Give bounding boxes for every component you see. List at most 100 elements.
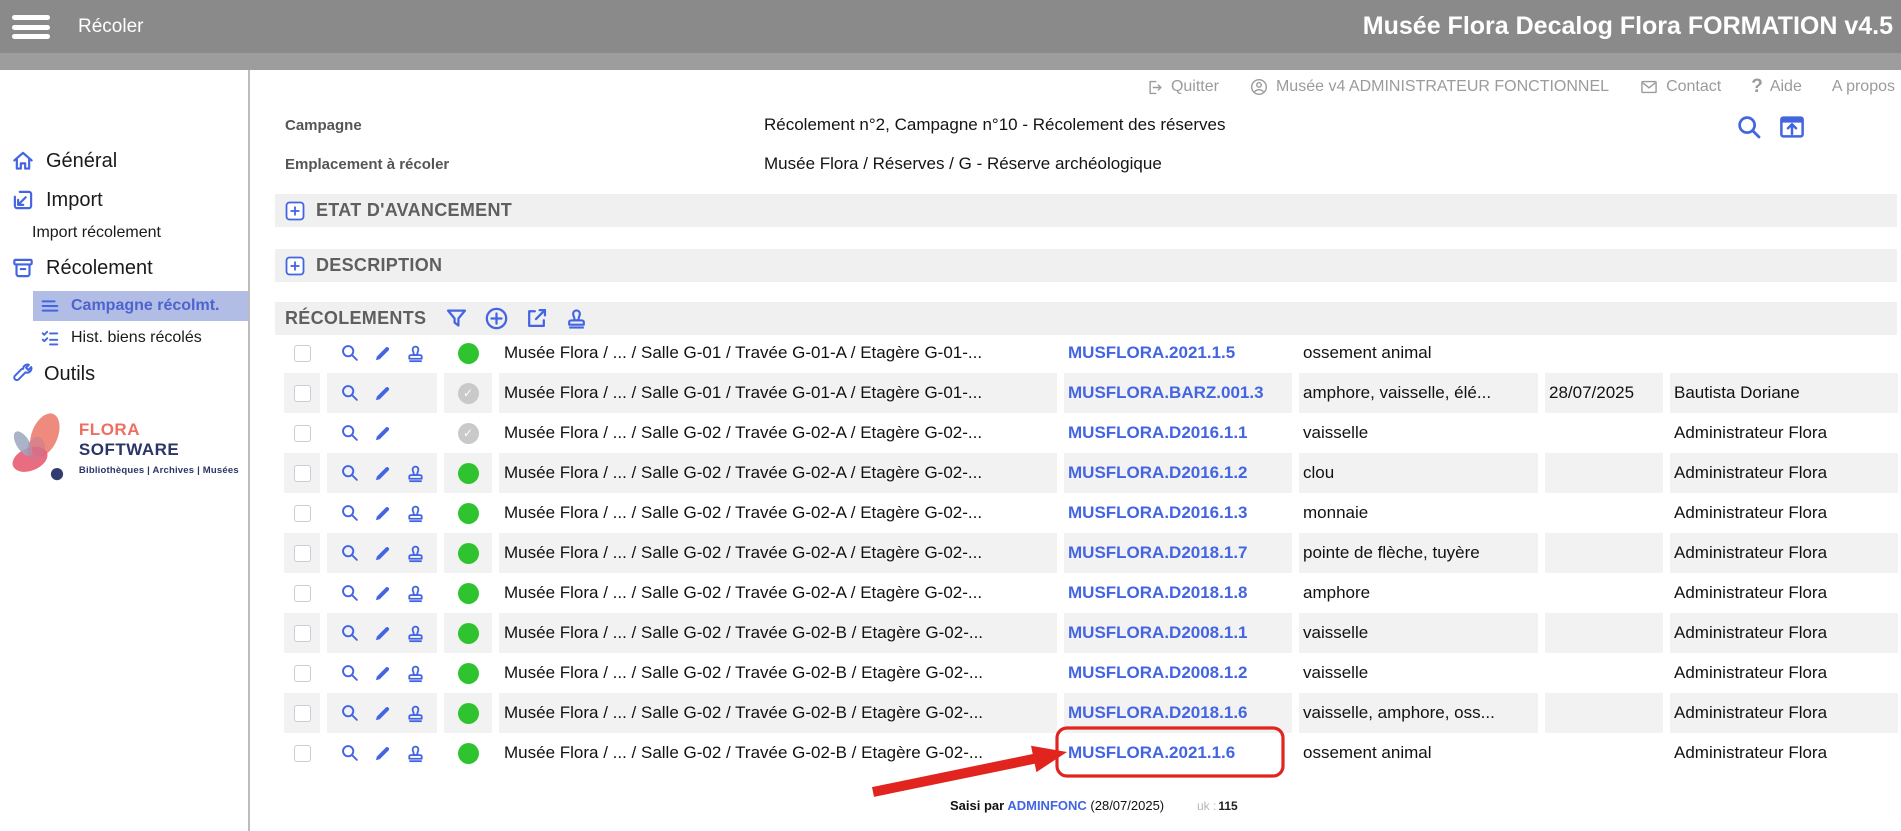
row-view-icon[interactable]	[339, 582, 361, 604]
export-icon[interactable]	[523, 305, 550, 332]
row-edit-icon[interactable]	[372, 543, 393, 564]
row-view-icon[interactable]	[339, 542, 361, 564]
object-id-link[interactable]: MUSFLORA.D2016.1.2	[1068, 463, 1248, 482]
top-bar-strip	[0, 53, 1901, 70]
sidebar-item-general[interactable]: Général	[10, 148, 117, 174]
row-checkbox[interactable]	[294, 465, 311, 482]
sidebar-item-label: Récolement	[46, 257, 153, 280]
table-row: Musée Flora / ... / Salle G-02 / Travée …	[284, 733, 1898, 773]
row-stamp-icon[interactable]	[404, 462, 427, 485]
row-view-icon[interactable]	[339, 502, 361, 524]
row-edit-icon[interactable]	[372, 743, 393, 764]
row-view-icon[interactable]	[339, 702, 361, 724]
row-checkbox[interactable]	[294, 585, 311, 602]
object-id-link[interactable]: MUSFLORA.D2018.1.8	[1068, 583, 1248, 602]
row-checkbox[interactable]	[294, 505, 311, 522]
row-checkbox[interactable]	[294, 625, 311, 642]
sidebar-item-hist-biens-recoles[interactable]: Hist. biens récolés	[39, 326, 202, 350]
row-date	[1545, 413, 1663, 453]
row-stamp-icon[interactable]	[404, 582, 427, 605]
row-checkbox[interactable]	[294, 385, 311, 402]
object-id-link[interactable]: MUSFLORA.D2008.1.1	[1068, 623, 1248, 642]
row-designation: vaisselle	[1299, 613, 1538, 653]
filter-icon[interactable]	[443, 305, 470, 332]
row-date	[1545, 533, 1663, 573]
object-id-link[interactable]: MUSFLORA.2021.1.5	[1068, 343, 1235, 362]
row-location: Musée Flora / ... / Salle G-02 / Travée …	[499, 493, 1057, 533]
row-location: Musée Flora / ... / Salle G-01 / Travée …	[499, 333, 1057, 373]
row-view-icon[interactable]	[339, 662, 361, 684]
row-edit-icon[interactable]	[372, 623, 393, 644]
user-links-bar: Quitter Musée v4 ADMINISTRATEUR FONCTION…	[1145, 76, 1895, 98]
section-title: ETAT D'AVANCEMENT	[316, 200, 512, 221]
row-edit-icon[interactable]	[372, 343, 393, 364]
section-recolements: RÉCOLEMENTS	[275, 302, 1897, 335]
object-id-link[interactable]: MUSFLORA.D2018.1.6	[1068, 703, 1248, 722]
table-row: ✓ Musée Flora / ... / Salle G-01 / Travé…	[284, 373, 1898, 413]
row-checkbox[interactable]	[294, 345, 311, 362]
expand-plus-icon[interactable]	[285, 256, 305, 276]
object-id-link[interactable]: MUSFLORA.D2016.1.1	[1068, 423, 1248, 442]
row-agent: Administrateur Flora	[1670, 453, 1898, 493]
object-id-link[interactable]: MUSFLORA.D2008.1.2	[1068, 663, 1248, 682]
row-stamp-icon[interactable]	[404, 342, 427, 365]
row-checkbox[interactable]	[294, 425, 311, 442]
expand-plus-icon[interactable]	[285, 201, 305, 221]
row-designation: monnaie	[1299, 493, 1538, 533]
row-stamp-icon[interactable]	[404, 662, 427, 685]
section-title: DESCRIPTION	[316, 255, 442, 276]
search-icon[interactable]	[1734, 112, 1764, 142]
object-id-link[interactable]: MUSFLORA.D2016.1.3	[1068, 503, 1248, 522]
contact-link[interactable]: Contact	[1639, 77, 1721, 97]
row-stamp-icon[interactable]	[404, 502, 427, 525]
current-user-link[interactable]: Musée v4 ADMINISTRATEUR FONCTIONNEL	[1249, 77, 1609, 97]
sidebar-item-outils[interactable]: Outils	[10, 361, 95, 387]
row-stamp-icon[interactable]	[404, 542, 427, 565]
row-agent: Administrateur Flora	[1670, 653, 1898, 693]
table-row: Musée Flora / ... / Salle G-02 / Travée …	[284, 573, 1898, 613]
row-checkbox[interactable]	[294, 745, 311, 762]
status-indicator	[458, 463, 479, 484]
section-description[interactable]: DESCRIPTION	[275, 249, 1897, 282]
sidebar-item-label: Hist. biens récolés	[71, 329, 202, 347]
row-edit-icon[interactable]	[372, 703, 393, 724]
row-stamp-icon[interactable]	[404, 702, 427, 725]
menu-hamburger-icon[interactable]	[12, 15, 50, 39]
row-view-icon[interactable]	[339, 622, 361, 644]
row-view-icon[interactable]	[339, 422, 361, 444]
row-checkbox[interactable]	[294, 545, 311, 562]
sidebar-item-recolement[interactable]: Récolement	[10, 254, 153, 282]
window-export-icon[interactable]	[1777, 112, 1807, 142]
row-edit-icon[interactable]	[372, 503, 393, 524]
row-checkbox[interactable]	[294, 705, 311, 722]
record-user-link[interactable]: ADMINFONC	[1007, 798, 1086, 813]
row-edit-icon[interactable]	[372, 463, 393, 484]
quit-link[interactable]: Quitter	[1145, 78, 1219, 97]
row-view-icon[interactable]	[339, 462, 361, 484]
status-indicator	[458, 543, 479, 564]
status-indicator: ✓	[458, 423, 479, 444]
row-edit-icon[interactable]	[372, 663, 393, 684]
row-edit-icon[interactable]	[372, 383, 393, 404]
row-stamp-icon[interactable]	[404, 742, 427, 765]
row-view-icon[interactable]	[339, 342, 361, 364]
sidebar-item-campagne-recolement[interactable]: Campagne récolmt.	[33, 291, 248, 321]
help-link[interactable]: ? Aide	[1751, 76, 1802, 98]
about-link[interactable]: A propos	[1832, 78, 1895, 96]
row-edit-icon[interactable]	[372, 423, 393, 444]
add-icon[interactable]	[483, 305, 510, 332]
row-edit-icon[interactable]	[372, 583, 393, 604]
object-id-link[interactable]: MUSFLORA.BARZ.001.3	[1068, 383, 1264, 402]
sidebar-item-import-recolement[interactable]: Import récolement	[32, 223, 161, 243]
sidebar-item-import[interactable]: Import	[10, 187, 103, 213]
stamp-icon[interactable]	[563, 305, 590, 332]
object-id-link[interactable]: MUSFLORA.D2018.1.7	[1068, 543, 1248, 562]
section-etat-avancement[interactable]: ETAT D'AVANCEMENT	[275, 194, 1897, 227]
object-id-link[interactable]: MUSFLORA.2021.1.6	[1068, 743, 1235, 762]
row-view-icon[interactable]	[339, 742, 361, 764]
row-stamp-icon[interactable]	[404, 622, 427, 645]
row-view-icon[interactable]	[339, 382, 361, 404]
row-designation: amphore, vaisselle, élé...	[1299, 373, 1538, 413]
row-checkbox[interactable]	[294, 665, 311, 682]
row-designation: clou	[1299, 453, 1538, 493]
